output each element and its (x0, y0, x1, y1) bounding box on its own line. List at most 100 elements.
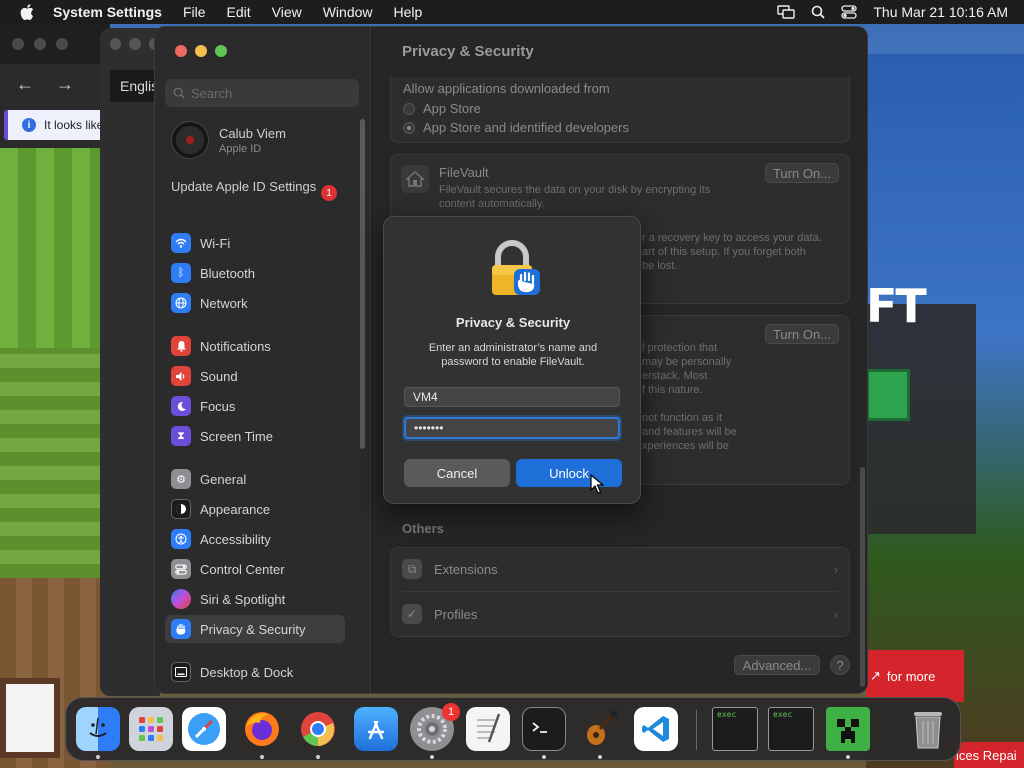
textedit-icon[interactable] (466, 707, 510, 751)
sidebar-item-focus[interactable]: Focus (165, 392, 345, 420)
lockdown-text-7: xperiences will be (642, 440, 729, 452)
terminal-icon[interactable] (522, 707, 566, 751)
browser-minimize-dot[interactable] (34, 38, 46, 50)
sidebar-item-network[interactable]: Network (165, 289, 345, 317)
sidebar-item-desktop-dock[interactable]: Desktop & Dock (165, 658, 345, 686)
bell-icon (171, 336, 191, 356)
game-grass (0, 348, 110, 578)
exec-icon[interactable]: exec (768, 707, 814, 751)
dock-icon (171, 662, 191, 682)
sidebar-item-general[interactable]: ⚙ General (165, 465, 345, 493)
repair-banner[interactable]: ices Repai (954, 742, 1024, 768)
info-icon: i (22, 118, 36, 132)
running-indicator (598, 755, 602, 759)
sidebar-item-appearance[interactable]: Appearance (165, 495, 345, 523)
sidebar-item-notifications[interactable]: Notifications (165, 332, 345, 360)
safari-icon[interactable] (182, 707, 226, 751)
help-button[interactable]: ? (830, 655, 850, 675)
apple-id-item[interactable]: Calub Viem Apple ID (171, 119, 361, 161)
sidebar-scrollbar[interactable] (360, 119, 365, 449)
creeper-icon[interactable] (826, 707, 870, 751)
menu-bar: System Settings File Edit View Window He… (0, 0, 1024, 24)
minimize-button[interactable] (195, 45, 207, 57)
lockdown-turn-on-button[interactable]: Turn On... (765, 324, 839, 344)
filevault-turn-on-button[interactable]: Turn On... (765, 163, 839, 183)
running-indicator (542, 755, 546, 759)
menu-app-name[interactable]: System Settings (53, 4, 162, 20)
trash-icon[interactable] (906, 707, 950, 751)
forward-arrow-icon[interactable]: → (56, 74, 74, 95)
promo-banner[interactable]: ↗ for more (866, 650, 964, 702)
extensions-label: Extensions (434, 561, 498, 577)
browser-info-text: It looks like (44, 118, 104, 132)
sidebar-item-wifi[interactable]: Wi-Fi (165, 229, 345, 257)
sidebar-item-sound[interactable]: Sound (165, 362, 345, 390)
control-center-icon[interactable] (841, 5, 858, 19)
launchpad-icon[interactable] (129, 707, 173, 751)
advanced-button[interactable]: Advanced... (734, 655, 820, 675)
chrome-icon[interactable] (296, 707, 340, 751)
menu-edit[interactable]: Edit (227, 4, 251, 20)
menu-window[interactable]: Window (323, 4, 373, 20)
running-indicator (846, 755, 850, 759)
browser-zoom-dot[interactable] (56, 38, 68, 50)
game-cow (0, 678, 60, 758)
radio-identified-developers[interactable]: App Store and identified developers (403, 120, 629, 135)
sidebar-search[interactable]: Search (165, 79, 359, 107)
system-settings-icon[interactable]: 1 (410, 703, 460, 751)
close-button[interactable] (175, 45, 187, 57)
profiles-label: Profiles (434, 606, 478, 622)
cancel-button[interactable]: Cancel (404, 459, 510, 487)
browser-info-banner: i It looks like (4, 110, 106, 140)
control-center-icon (171, 559, 191, 579)
username-field[interactable] (404, 387, 620, 407)
menu-view[interactable]: View (272, 4, 302, 20)
auth-dialog: Privacy & Security Enter an administrato… (383, 216, 641, 504)
guitar-icon[interactable] (578, 707, 622, 751)
others-section-title: Others (402, 521, 444, 536)
sidebar-item-control-center[interactable]: Control Center (165, 555, 345, 583)
menu-clock[interactable]: Thu Mar 21 10:16 AM (873, 4, 1008, 20)
menu-help[interactable]: Help (394, 4, 423, 20)
search-icon (173, 87, 185, 99)
sidebar-item-screen-time[interactable]: ⧗ Screen Time (165, 422, 345, 450)
menu-file[interactable]: File (183, 4, 206, 20)
firefox-icon[interactable] (240, 707, 284, 751)
sidebar-item-label: Sound (200, 368, 238, 384)
dock: 1 exec exec (65, 697, 961, 761)
profiles-row[interactable]: ✓ Profiles › (390, 592, 850, 636)
sidebar-item-label: Siri & Spotlight (200, 591, 286, 607)
settings-sidebar: Search Calub Viem Apple ID Update Apple … (155, 27, 371, 693)
vscode-icon[interactable] (634, 707, 678, 751)
sidebar-item-privacy-security[interactable]: Privacy & Security (165, 615, 345, 643)
accessibility-icon (171, 529, 191, 549)
radio-app-store[interactable]: App Store (403, 101, 481, 116)
radio-circle-selected (403, 121, 415, 134)
sidebar-item-bluetooth[interactable]: ᛒ Bluetooth (165, 259, 345, 287)
lockdown-text-3: erstack. Most (642, 370, 708, 382)
password-field[interactable] (404, 417, 620, 439)
language-tab[interactable]: Englis (110, 70, 160, 102)
back-arrow-icon[interactable]: ← (16, 74, 34, 95)
display-mirroring-icon[interactable] (777, 5, 796, 19)
background-window: Englis (100, 28, 160, 696)
sidebar-item-siri-spotlight[interactable]: Siri & Spotlight (165, 585, 345, 613)
background-window-traffic (100, 28, 160, 50)
extensions-row[interactable]: ⧉ Extensions › (390, 547, 850, 591)
sidebar-item-accessibility[interactable]: Accessibility (165, 525, 345, 553)
exec-icon[interactable]: exec (712, 707, 758, 751)
content-scrollbar[interactable] (860, 467, 865, 687)
browser-close-dot[interactable] (12, 38, 24, 50)
update-apple-id-item[interactable]: Update Apple ID Settings (171, 179, 341, 195)
chevron-right-icon: › (833, 561, 838, 577)
unlock-button[interactable]: Unlock (516, 459, 622, 487)
running-indicator (316, 755, 320, 759)
game-green-button[interactable] (866, 369, 910, 421)
apple-menu-icon[interactable] (18, 3, 36, 21)
finder-icon[interactable] (76, 707, 120, 751)
chevron-right-icon: › (833, 606, 838, 622)
app-store-icon[interactable] (354, 707, 398, 751)
spotlight-search-icon[interactable] (811, 5, 825, 19)
zoom-button[interactable] (215, 45, 227, 57)
mouse-pointer-icon (590, 474, 604, 494)
